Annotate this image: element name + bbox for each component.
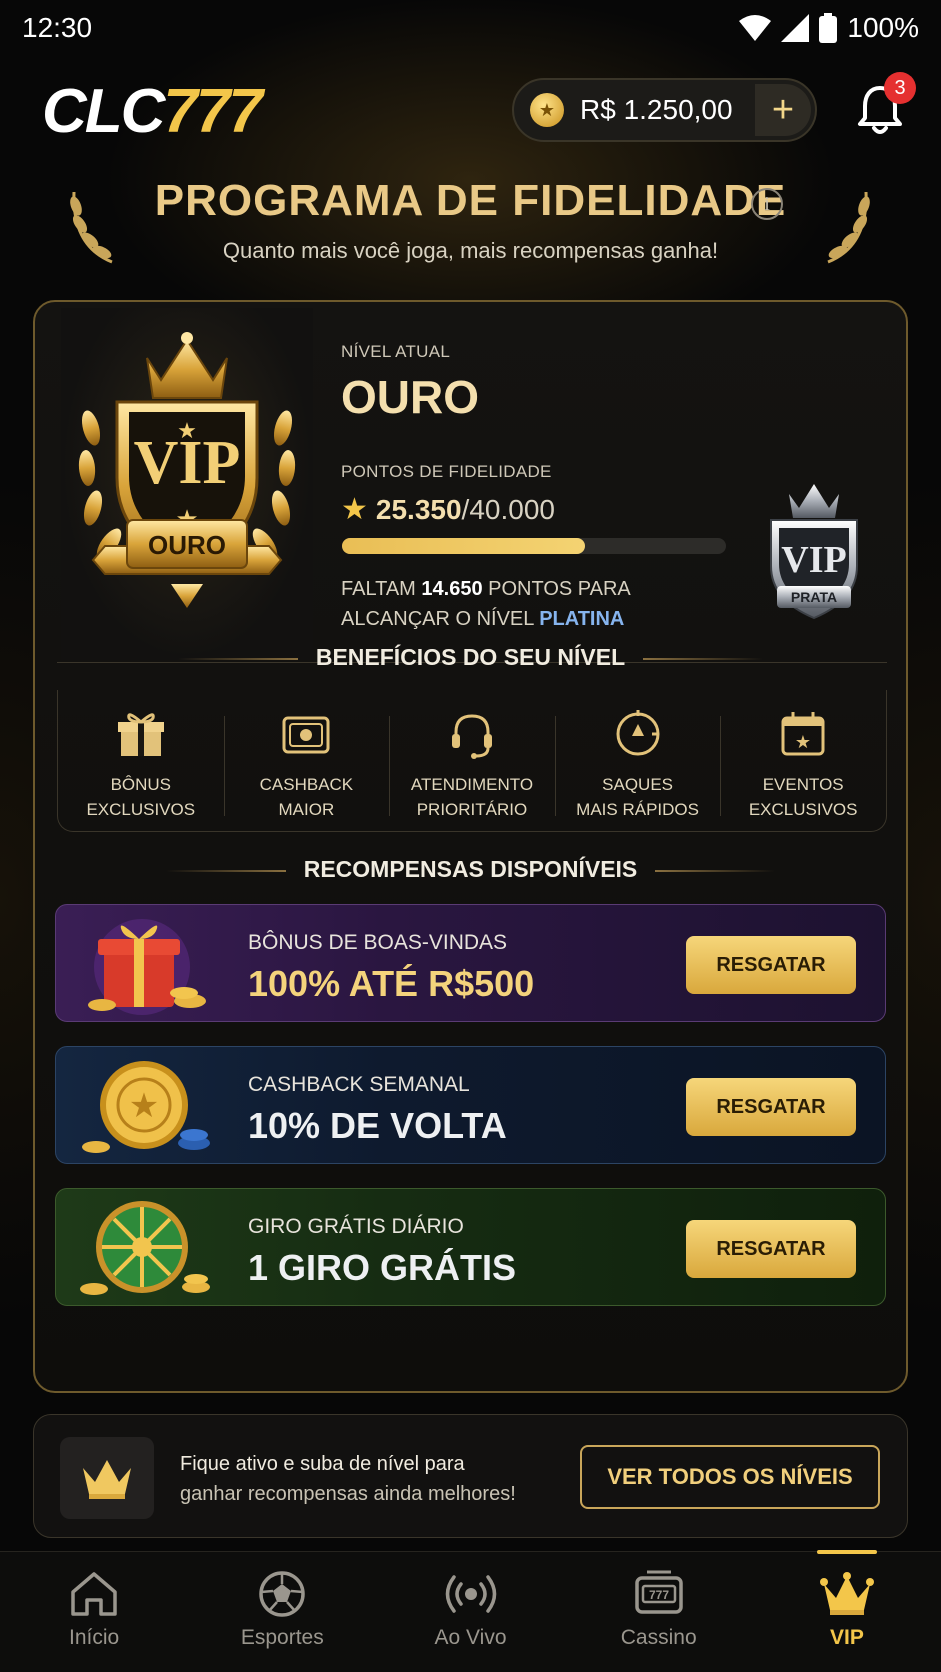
calendar-star-icon: ★ xyxy=(781,712,825,756)
info-icon[interactable]: i xyxy=(751,188,783,220)
app-logo[interactable]: CLC777 xyxy=(42,76,263,147)
reward-subtitle: GIRO GRÁTIS DIÁRIO xyxy=(248,1215,464,1238)
nav-item-casino[interactable]: 777 Cassino xyxy=(565,1552,753,1672)
prize-wheel-icon xyxy=(80,1201,210,1295)
soccer-ball-icon xyxy=(259,1571,306,1617)
loyalty-card: VIP ★ ★ OURO NÍVEL ATUAL OURO PONTOS DE … xyxy=(33,300,908,1393)
status-icons: 100% xyxy=(739,12,919,44)
program-header: PROGRAMA DE FIDELIDADE i Quanto mais voc… xyxy=(0,176,941,264)
vip-silver-badge-icon: VIP PRATA xyxy=(770,484,858,620)
nav-item-live[interactable]: Ao Vivo xyxy=(376,1552,564,1672)
points-progress-fill xyxy=(342,538,586,554)
balance-amount: R$ 1.250,00 xyxy=(580,94,733,125)
crown-icon xyxy=(83,1460,131,1499)
rewards-heading: RECOMPENSAS DISPONÍVEIS xyxy=(35,856,906,883)
app-header: CLC777 ★ R$ 1.250,00 + 3 xyxy=(0,70,941,154)
gift-box-icon xyxy=(88,919,206,1015)
reward-card-daily-spin: GIRO GRÁTIS DIÁRIO 1 GIRO GRÁTIS RESGATA… xyxy=(55,1188,886,1306)
reward-subtitle: CASHBACK SEMANAL xyxy=(248,1073,470,1096)
battery-icon xyxy=(819,13,838,43)
svg-text:★: ★ xyxy=(177,418,197,443)
benefit-fast-withdrawals: SAQUES MAIS RÁPIDOS xyxy=(554,690,721,831)
battery-level: 100% xyxy=(847,12,919,43)
current-level-name: OURO xyxy=(341,371,479,423)
reward-subtitle: BÔNUS DE BOAS-VINDAS xyxy=(248,931,508,954)
headset-icon xyxy=(451,714,492,759)
status-time: 12:30 xyxy=(22,12,93,43)
home-icon xyxy=(71,1572,117,1616)
points-label: PONTOS DE FIDELIDADE xyxy=(341,462,552,481)
cashback-icon xyxy=(282,716,330,754)
page-subtitle: Quanto mais você joga, mais recompensas … xyxy=(222,238,719,263)
current-level-info: NÍVEL ATUAL OURO xyxy=(341,342,479,424)
reward-card-welcome-bonus: BÔNUS DE BOAS-VINDAS 100% ATÉ R$500 RESG… xyxy=(55,904,886,1022)
claim-weekly-cashback-button[interactable]: RESGATAR xyxy=(686,1078,856,1136)
benefits-list: BÔNUS EXCLUSIVOS CASHBACK MAIOR ATENDIMENT… xyxy=(57,690,887,832)
slot-machine-icon: 777 xyxy=(634,1570,683,1614)
benefits-heading: BENEFÍCIOS DO SEU NÍVEL xyxy=(35,644,906,671)
points-progress-bar xyxy=(342,538,726,554)
wallet-balance[interactable]: ★ R$ 1.250,00 + xyxy=(512,78,817,142)
nav-item-vip[interactable]: VIP xyxy=(753,1550,941,1672)
remaining-points-text: FALTAM 14.650 PONTOS PARA ALCANÇAR O NÍV… xyxy=(341,578,631,630)
wifi-icon xyxy=(739,15,772,41)
reward-title: 10% DE VOLTA xyxy=(248,1105,507,1146)
svg-text:PRATA: PRATA xyxy=(791,589,837,605)
add-funds-button[interactable]: + xyxy=(755,84,811,136)
points-total: /40.000 xyxy=(461,493,555,525)
points-readout: ★ 25.350/40.000 xyxy=(341,492,555,527)
signal-icon xyxy=(781,14,810,42)
claim-daily-spin-button[interactable]: RESGATAR xyxy=(686,1220,856,1278)
bottom-navigation: Início Esportes Ao Vivo 777 Cassino VIP xyxy=(0,1550,941,1672)
view-all-levels-button[interactable]: VER TODOS OS NÍVEIS xyxy=(580,1445,880,1509)
benefit-exclusive-bonus: BÔNUS EXCLUSIVOS xyxy=(58,690,224,831)
live-broadcast-icon xyxy=(445,1575,496,1613)
promo-crown-panel xyxy=(60,1437,154,1519)
svg-text:★: ★ xyxy=(129,1087,159,1125)
svg-text:VIP: VIP xyxy=(781,539,846,581)
benefit-exclusive-events: ★ EVENTOS EXCLUSIVOS xyxy=(720,690,886,831)
svg-text:★: ★ xyxy=(795,732,811,752)
star-icon: ★ xyxy=(341,493,368,526)
gold-coin-icon: ★ xyxy=(82,1061,210,1153)
promo-text: Fique ativo e suba de nível para ganhar … xyxy=(180,1453,516,1505)
vip-gold-badge-icon: VIP ★ ★ OURO xyxy=(78,332,296,608)
crown-icon xyxy=(819,1572,874,1615)
reward-title: 1 GIRO GRÁTIS xyxy=(248,1247,517,1288)
svg-text:777: 777 xyxy=(649,1588,669,1602)
level-up-promo: Fique ativo e suba de nível para ganhar … xyxy=(33,1414,908,1538)
benefit-cashback: CASHBACK MAIOR xyxy=(223,690,390,831)
benefit-priority-support: ATENDIMENTO PRIORITÁRIO xyxy=(389,690,555,831)
nav-item-sports[interactable]: Esportes xyxy=(188,1552,376,1672)
notification-badge: 3 xyxy=(884,72,916,104)
current-level-badge-panel: VIP ★ ★ OURO xyxy=(61,308,313,660)
next-level-name: PLATINA xyxy=(539,608,625,630)
fast-withdraw-icon xyxy=(616,710,660,756)
svg-text:OURO: OURO xyxy=(148,530,226,560)
current-level-label: NÍVEL ATUAL xyxy=(341,342,451,361)
status-bar: 12:30 100% xyxy=(0,0,941,56)
gift-icon xyxy=(117,713,164,756)
points-current: 25.350 xyxy=(375,493,462,525)
nav-item-home[interactable]: Início xyxy=(0,1552,188,1672)
claim-welcome-bonus-button[interactable]: RESGATAR xyxy=(686,936,856,994)
coin-icon: ★ xyxy=(530,93,564,127)
remaining-points: 14.650 xyxy=(421,578,483,600)
reward-title: 100% ATÉ R$500 xyxy=(248,963,535,1004)
reward-card-weekly-cashback: ★ CASHBACK SEMANAL 10% DE VOLTA RESGATAR xyxy=(55,1046,886,1164)
page-title: PROGRAMA DE FIDELIDADE xyxy=(154,176,787,225)
